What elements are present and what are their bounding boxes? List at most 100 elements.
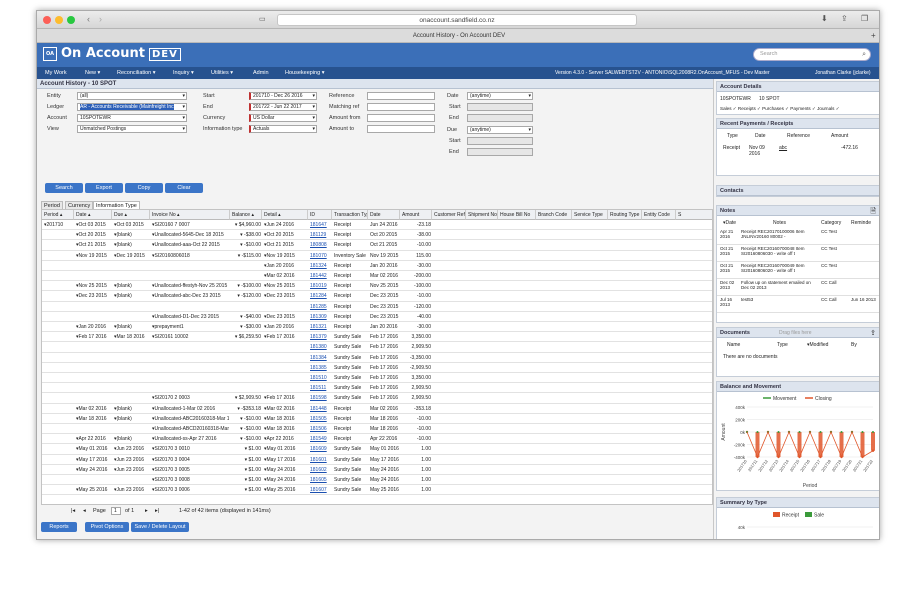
header-col-invoice[interactable]: Invoice No ▴: [150, 210, 230, 220]
col-balance-cell[interactable]: ▾ -$120.00: [232, 291, 261, 301]
col-id-cell[interactable]: 181321: [310, 322, 331, 332]
col-invoice-cell[interactable]: ▾SI20170 3 0004: [152, 455, 229, 465]
export-button[interactable]: Export: [85, 183, 123, 193]
col-balance-cell[interactable]: ▾ -$115.00: [232, 251, 261, 261]
col-invoice-cell[interactable]: ▾SI20160 7 0007: [152, 220, 229, 230]
col-due-cell[interactable]: ▾Dec 19 2015: [114, 251, 149, 261]
col-detail-cell[interactable]: ▾Jun 24 2016: [264, 220, 307, 230]
col-balance-cell[interactable]: ▾ -$10.00: [232, 414, 261, 424]
recent-reference-link[interactable]: abc: [779, 145, 787, 151]
col-detail-cell[interactable]: ▾Apr 22 2016: [264, 434, 307, 444]
header-col-id[interactable]: ID: [308, 210, 332, 220]
due-end-input[interactable]: [467, 148, 533, 156]
col-date-cell[interactable]: ▾May 01 2016: [76, 444, 111, 454]
due-select[interactable]: (anytime) ▾: [467, 126, 533, 134]
reference-input[interactable]: [367, 92, 435, 100]
col-due-cell[interactable]: ▾Jun 23 2016: [114, 465, 149, 475]
header-col-date[interactable]: Date ▴: [74, 210, 112, 220]
header-col-detail[interactable]: Detail ▴: [262, 210, 308, 220]
header-col-routing-type[interactable]: Routing Type: [608, 210, 642, 220]
col-invoice-cell[interactable]: ▾Unallocated-ss-Apr 27 2016: [152, 434, 229, 444]
col-balance-cell[interactable]: ▾ $1.00: [232, 444, 261, 454]
clear-button[interactable]: Clear: [165, 183, 203, 193]
notes-header-notes[interactable]: Notes: [773, 220, 786, 226]
col-id-cell[interactable]: 181324: [310, 261, 331, 271]
close-window-icon[interactable]: [43, 16, 51, 24]
col-id-cell[interactable]: 181601: [310, 455, 331, 465]
add-note-icon[interactable]: 🗎: [870, 207, 876, 218]
col-detail-cell[interactable]: ▾Mar 18 2016: [264, 424, 307, 434]
col-detail-cell[interactable]: ▾May 17 2016: [264, 455, 307, 465]
notes-header-date[interactable]: ▾Date: [723, 220, 736, 226]
entity-select[interactable]: (all) ▾: [77, 92, 187, 100]
header-col-entity-code[interactable]: Entity Code: [642, 210, 676, 220]
col-id-cell[interactable]: 181505: [310, 414, 331, 424]
note-row[interactable]: Oct 21 2015 Receipt REC20160700049 Item S…: [717, 262, 879, 279]
drag-files-hint[interactable]: Drag files here: [779, 330, 812, 336]
header-col-service-type[interactable]: Service Type: [572, 210, 608, 220]
col-balance-cell[interactable]: ▾ -$100.00: [232, 281, 261, 291]
col-balance-cell[interactable]: ▾ -$40.00: [232, 312, 261, 322]
col-detail-cell[interactable]: ▾Jan 20 2016: [264, 261, 307, 271]
col-balance-cell[interactable]: ▾ -$353.18: [232, 404, 261, 414]
col-invoice-cell[interactable]: ▾Unallocated-ABC20160318-Mar 18 2016: [152, 414, 229, 424]
infotype-select[interactable]: Actuals ▾: [249, 125, 317, 133]
col-date-cell[interactable]: ▾Oct 20 2015: [76, 230, 111, 240]
menu-my-work[interactable]: My Work: [45, 67, 67, 79]
upload-icon[interactable]: ⇪: [870, 329, 876, 337]
col-detail-cell[interactable]: ▾Feb 17 2016: [264, 332, 307, 342]
search-button[interactable]: Search: [45, 183, 83, 193]
col-id-cell[interactable]: 181019: [310, 281, 331, 291]
end-period-select[interactable]: 201722 - Jun 22 2017 ▾: [249, 103, 317, 111]
notes-header-category[interactable]: Category: [821, 220, 841, 226]
col-detail-cell[interactable]: ▾May 24 2016: [264, 475, 307, 485]
col-invoice-cell[interactable]: ▾Unallocated-5645-Dec 18 2015: [152, 230, 229, 240]
date-end-input[interactable]: [467, 114, 533, 122]
reports-button[interactable]: Reports: [41, 522, 77, 532]
col-detail-cell[interactable]: ▾Dec 23 2015: [264, 291, 307, 301]
col-date-cell[interactable]: ▾May 24 2016: [76, 465, 111, 475]
header-col-s[interactable]: S: [676, 210, 712, 220]
col-invoice-cell[interactable]: ▾SI20170 3 0005: [152, 465, 229, 475]
col-date-cell[interactable]: ▾Oct 03 2015: [76, 220, 111, 230]
first-page-icon[interactable]: |◂: [71, 505, 75, 517]
col-invoice-cell[interactable]: ▾SI20161 10002: [152, 332, 229, 342]
col-balance-cell[interactable]: ▾ $2,909.50: [232, 393, 261, 403]
col-id-cell[interactable]: 181602: [310, 465, 331, 475]
col-balance-cell[interactable]: ▾ -$38.00: [232, 230, 261, 240]
col-id-cell[interactable]: 181607: [310, 485, 331, 495]
search-input[interactable]: Search ⌕: [753, 48, 871, 61]
print-icon[interactable]: ▭: [259, 15, 266, 23]
menu-housekeeping[interactable]: Housekeeping ▾: [285, 67, 324, 79]
col-balance-cell[interactable]: ▾ -$30.00: [232, 322, 261, 332]
col-due-cell[interactable]: ▾Jun 23 2016: [114, 444, 149, 454]
col-due-cell[interactable]: ▾Mar 18 2016: [114, 332, 149, 342]
col-balance-cell[interactable]: ▾ $6,259.50: [232, 332, 261, 342]
header-col-balance[interactable]: Balance ▴: [230, 210, 262, 220]
menu-utilities[interactable]: Utilities ▾: [211, 67, 233, 79]
pivot-options-button[interactable]: Pivot Options: [85, 522, 129, 532]
app-logo[interactable]: OA On Account DEV: [43, 46, 181, 64]
col-detail-cell[interactable]: ▾May 01 2016: [264, 444, 307, 454]
col-invoice-cell[interactable]: ▾Unallocated-abc-Dec 23 2015: [152, 291, 229, 301]
col-invoice-cell[interactable]: ▾Unallocated-1-Mar 02 2016: [152, 404, 229, 414]
col-detail-cell[interactable]: ▾May 25 2016: [264, 485, 307, 495]
col-due-cell[interactable]: ▾(blank): [114, 414, 149, 424]
col-date-cell[interactable]: ▾Nov 19 2015: [76, 251, 111, 261]
header-col-customer-ref[interactable]: Customer Ref: [432, 210, 466, 220]
col-detail-cell[interactable]: ▾Oct 21 2015: [264, 240, 307, 250]
col-invoice-cell[interactable]: ▾Unallocated-D1-Dec 23 2015: [152, 312, 229, 322]
col-id-cell[interactable]: 181380: [310, 342, 331, 352]
last-page-icon[interactable]: ▸|: [155, 505, 159, 517]
col-invoice-cell[interactable]: ▾prepayment1: [152, 322, 229, 332]
matching-ref-input[interactable]: [367, 103, 435, 111]
col-id-cell[interactable]: 181070: [310, 251, 331, 261]
col-date-cell[interactable]: ▾May 17 2016: [76, 455, 111, 465]
note-row[interactable]: Oct 21 2015 Receipt REC20160700048 Item S…: [717, 245, 879, 262]
col-date-cell[interactable]: ▾Jan 20 2016: [76, 322, 111, 332]
col-due-cell[interactable]: ▾(blank): [114, 434, 149, 444]
col-balance-cell[interactable]: ▾ $1.00: [232, 455, 261, 465]
note-row[interactable]: Dec 02 2013 Follow up on statement emaile…: [717, 279, 879, 296]
col-id-cell[interactable]: 181384: [310, 353, 331, 363]
col-id-cell[interactable]: 181385: [310, 363, 331, 373]
